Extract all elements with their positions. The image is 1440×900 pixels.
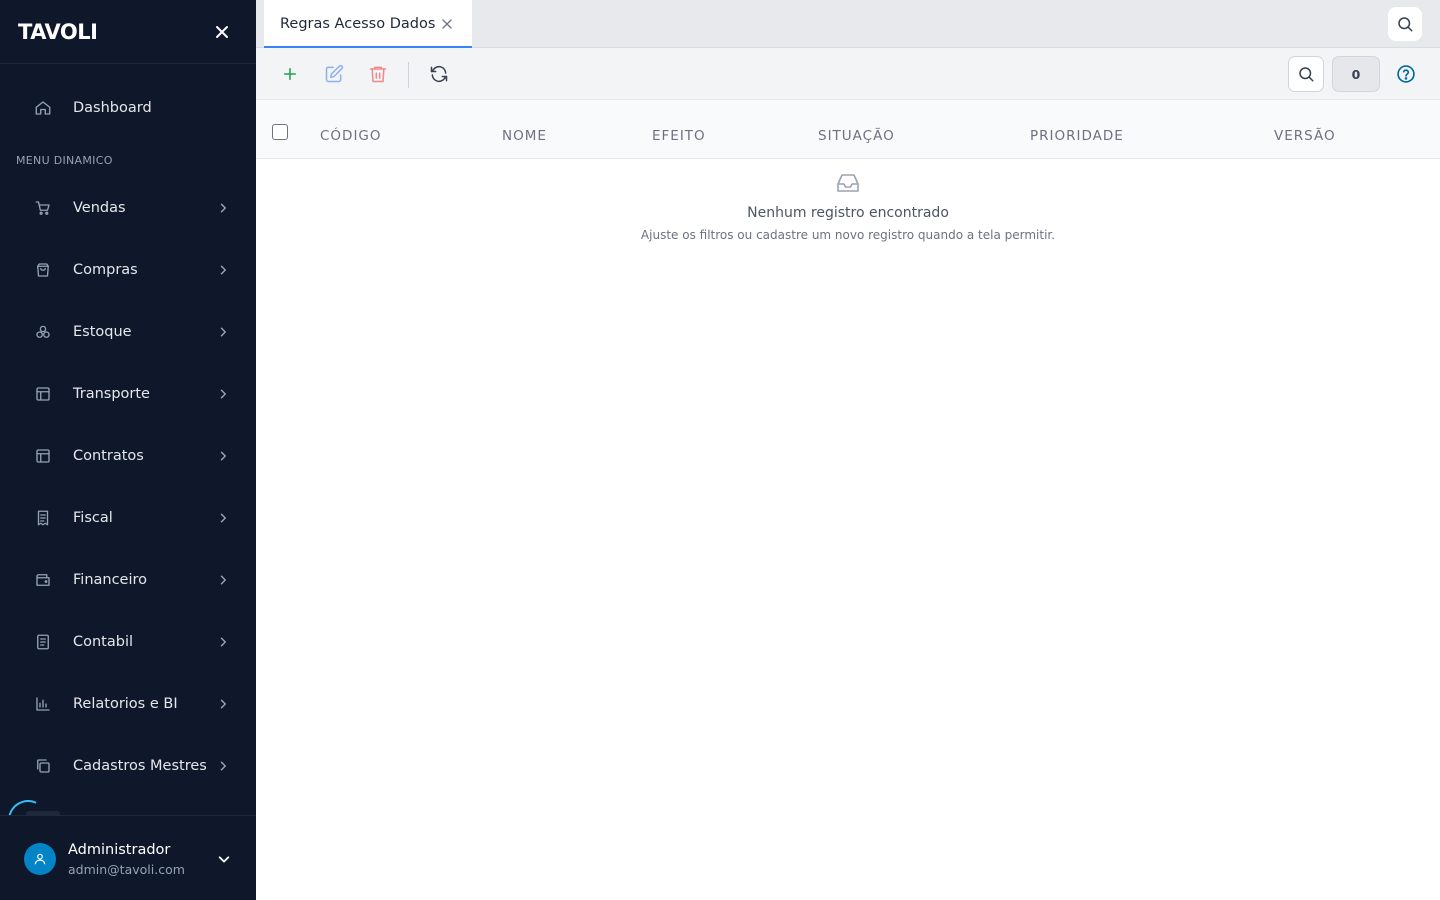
wallet-icon: [33, 570, 53, 590]
chevron-right-icon: [216, 201, 230, 215]
column-header-situacao[interactable]: SITUAÇÃO: [818, 128, 895, 144]
global-search-button[interactable]: [1388, 7, 1422, 41]
user-name: Administrador: [68, 842, 171, 858]
sidebar-item-label: Fiscal: [73, 510, 113, 526]
toolbar-divider: [408, 62, 409, 88]
delete-button[interactable]: [366, 62, 390, 86]
edit-icon: [325, 64, 344, 83]
tab-bar: Regras Acesso Dados: [256, 0, 1440, 48]
home-icon: [33, 98, 53, 118]
sidebar-item-label: Contabil: [73, 634, 134, 650]
sidebar-item-financeiro[interactable]: Financeiro: [16, 557, 240, 603]
column-header-prioridade[interactable]: PRIORIDADE: [1030, 128, 1124, 144]
chevron-right-icon: [216, 573, 230, 587]
column-header-nome[interactable]: NOME: [502, 128, 547, 144]
bar-chart-icon: [33, 694, 53, 714]
empty-state-title: Nenhum registro encontrado: [747, 205, 949, 221]
layout-icon: [33, 384, 53, 404]
sidebar-item-label: Cadastros Mestres: [73, 758, 207, 774]
toolbar: 0: [256, 48, 1440, 100]
sidebar: TAVOLI Dashboard MENU DINAMICO Vendas Com…: [0, 0, 256, 900]
boxes-icon: [33, 322, 53, 342]
book-icon: [33, 632, 53, 652]
cart-icon: [33, 198, 53, 218]
table-header: CÓDIGO NOME EFEITO SITUAÇÃO PRIORIDADE V…: [256, 100, 1440, 159]
close-icon: [216, 26, 228, 38]
copy-icon: [33, 756, 53, 776]
column-header-codigo[interactable]: CÓDIGO: [320, 128, 382, 144]
plus-icon: [284, 68, 296, 80]
tab-regras-acesso-dados[interactable]: Regras Acesso Dados: [264, 0, 472, 48]
sidebar-item-label: Estoque: [73, 324, 132, 340]
column-header-efeito[interactable]: EFEITO: [652, 128, 706, 144]
chevron-right-icon: [216, 511, 230, 525]
add-button[interactable]: [278, 62, 302, 86]
close-tab-button[interactable]: [440, 17, 454, 31]
sidebar-item-relatorios-e-bi[interactable]: Relatorios e BI: [16, 681, 240, 727]
sidebar-item-compras[interactable]: Compras: [16, 247, 240, 293]
sidebar-item-label: Compras: [73, 262, 138, 278]
chevron-right-icon: [216, 635, 230, 649]
sidebar-item-label: Financeiro: [73, 572, 148, 588]
tab-label: Regras Acesso Dados: [280, 16, 436, 32]
user-icon: [34, 853, 46, 865]
chevron-right-icon: [216, 449, 230, 463]
user-menu[interactable]: Administrador admin@tavoli.com: [0, 815, 256, 900]
record-count-button[interactable]: 0: [1332, 56, 1380, 92]
sidebar-item-label: Contratos: [73, 448, 144, 464]
column-header-versao[interactable]: VERSÃO: [1274, 128, 1336, 144]
chevron-down-icon: [216, 851, 232, 867]
filter-search-button[interactable]: [1288, 56, 1324, 92]
select-all-checkbox[interactable]: [272, 124, 288, 140]
refresh-button[interactable]: [427, 62, 451, 86]
sidebar-item-contratos[interactable]: Contratos: [16, 433, 240, 479]
sidebar-item-transporte[interactable]: Transporte: [16, 371, 240, 417]
sidebar-item-label: Transporte: [73, 386, 150, 402]
close-sidebar-button[interactable]: [210, 20, 234, 44]
sidebar-item-vendas[interactable]: Vendas: [16, 185, 240, 231]
search-icon: [1398, 17, 1413, 32]
inbox-icon: [836, 172, 860, 194]
refresh-icon: [430, 65, 448, 83]
chevron-right-icon: [216, 697, 230, 711]
menu-section-label: MENU DINAMICO: [16, 154, 113, 167]
brand-logo: TAVOLI: [18, 20, 98, 44]
chevron-right-icon: [216, 325, 230, 339]
layout-icon: [33, 446, 53, 466]
chevron-right-icon: [216, 387, 230, 401]
sidebar-item-label: Vendas: [73, 200, 126, 216]
shopping-bag-icon: [33, 260, 53, 280]
sidebar-item-contabil[interactable]: Contabil: [16, 619, 240, 665]
chevron-right-icon: [216, 759, 230, 773]
sidebar-item-fiscal[interactable]: Fiscal: [16, 495, 240, 541]
empty-state-subtitle: Ajuste os filtros ou cadastre um novo re…: [640, 228, 1056, 242]
search-icon: [1299, 67, 1314, 82]
help-icon: [1397, 65, 1415, 83]
edit-button[interactable]: [322, 62, 346, 86]
chevron-right-icon: [216, 263, 230, 277]
sidebar-item-label: Relatorios e BI: [73, 696, 178, 712]
sidebar-item-dashboard[interactable]: Dashboard: [16, 85, 240, 131]
help-button[interactable]: [1394, 62, 1418, 86]
sidebar-item-label: Dashboard: [73, 100, 152, 116]
receipt-icon: [33, 508, 53, 528]
close-icon: [442, 19, 452, 29]
avatar: [24, 843, 56, 875]
trash-icon: [369, 66, 387, 83]
sidebar-item-cadastros-mestres[interactable]: Cadastros Mestres: [16, 743, 240, 789]
sidebar-header: TAVOLI: [0, 0, 256, 64]
sidebar-item-estoque[interactable]: Estoque: [16, 309, 240, 355]
user-email: admin@tavoli.com: [68, 862, 185, 877]
